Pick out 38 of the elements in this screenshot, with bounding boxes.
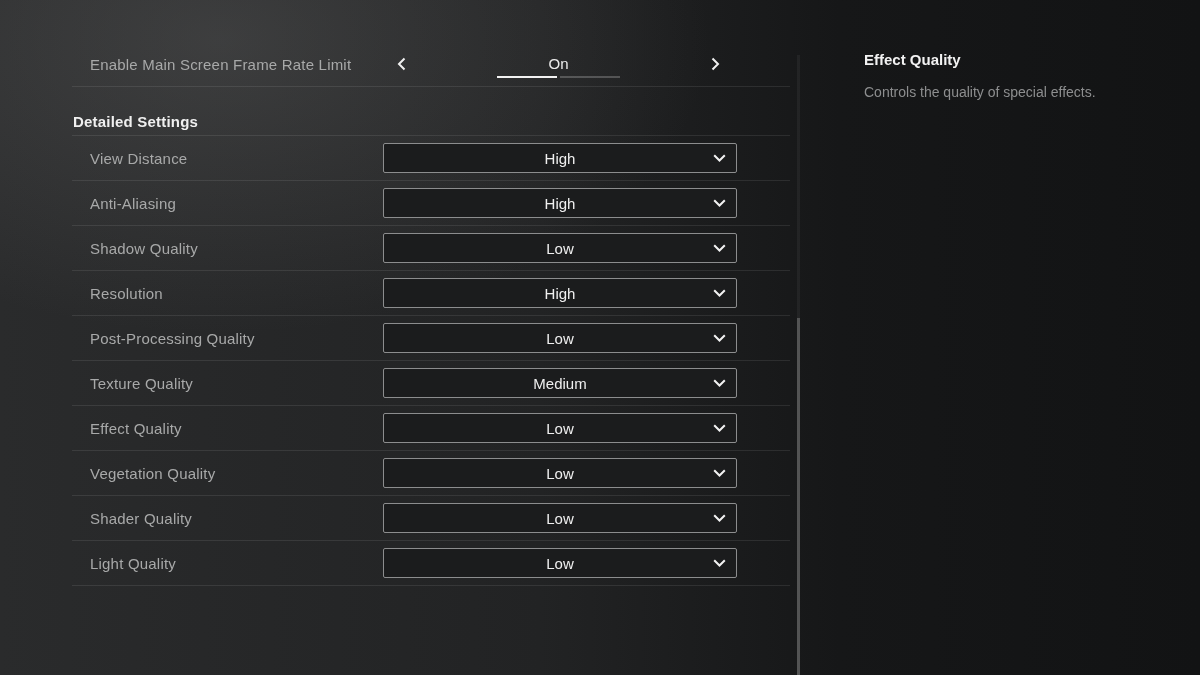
chevron-down-icon xyxy=(713,469,726,477)
setting-label: Shadow Quality xyxy=(90,239,199,257)
chevron-right-icon[interactable] xyxy=(711,57,720,71)
dropdown[interactable]: High xyxy=(383,188,737,218)
dropdown[interactable]: Low xyxy=(383,458,737,488)
setting-label: Post-Processing Quality xyxy=(90,329,256,347)
chevron-down-icon xyxy=(713,199,726,207)
dropdown[interactable]: Low xyxy=(383,233,737,263)
setting-label: View Distance xyxy=(90,149,189,167)
chevron-down-icon xyxy=(713,514,726,522)
chevron-down-icon xyxy=(713,334,726,342)
chevron-down-icon xyxy=(713,424,726,432)
scrollbar-thumb[interactable] xyxy=(797,318,800,675)
dropdown[interactable]: Medium xyxy=(383,368,737,398)
setting-value: On xyxy=(548,54,569,73)
dropdown[interactable]: Low xyxy=(383,548,737,578)
dropdown[interactable]: Low xyxy=(383,323,737,353)
setting-label: Anti-Aliasing xyxy=(90,194,177,212)
chevron-down-icon xyxy=(713,289,726,297)
description-text: Controls the quality of special effects. xyxy=(864,84,1096,101)
chevron-left-icon[interactable] xyxy=(397,57,406,71)
chevron-down-icon xyxy=(713,154,726,162)
dropdown[interactable]: High xyxy=(383,278,737,308)
setting-label: Texture Quality xyxy=(90,374,195,392)
setting-label: Resolution xyxy=(90,284,164,302)
dropdown[interactable]: High xyxy=(383,143,737,173)
setting-label: Shader Quality xyxy=(90,509,194,527)
description-title: Effect Quality xyxy=(864,51,961,69)
chevron-down-icon xyxy=(713,379,726,387)
dropdown[interactable]: Low xyxy=(383,413,737,443)
setting-label: Enable Main Screen Frame Rate Limit xyxy=(90,55,353,73)
setting-label: Effect Quality xyxy=(90,419,183,437)
dropdown[interactable]: Low xyxy=(383,503,737,533)
setting-label: Vegetation Quality xyxy=(90,464,217,482)
section-heading: Detailed Settings xyxy=(73,113,199,130)
chevron-down-icon xyxy=(713,559,726,567)
setting-label: Light Quality xyxy=(90,554,177,572)
chevron-down-icon xyxy=(713,244,726,252)
